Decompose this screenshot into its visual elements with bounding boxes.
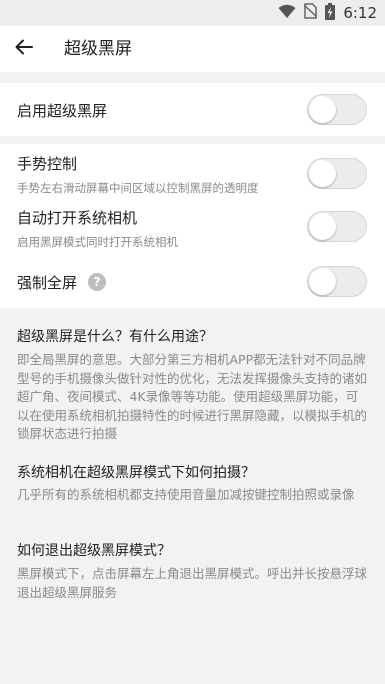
wifi-icon (278, 4, 296, 23)
setting-label-auto-camera: 自动打开系统相机 (17, 209, 138, 227)
setting-desc-auto-camera: 启用黑屏模式同时打开系统相机 (17, 235, 178, 249)
help-icon[interactable]: ? (88, 273, 106, 291)
faq-question: 系统相机在超级黑屏模式下如何拍摄？ (17, 465, 255, 481)
back-button[interactable] (10, 35, 38, 63)
setting-row-gesture[interactable]: 手势控制 手势左右滑动屏幕中间区域以控制黑屏的透明度 (0, 144, 385, 202)
setting-row-fullscreen[interactable]: 强制全屏 ? (0, 256, 385, 308)
toggle-knob (309, 213, 336, 240)
faq-answer: 即全局黑屏的意思。大部分第三方相机APP都无法针对不同品牌型号的手机摄像头做针对… (17, 352, 368, 441)
setting-label-enable: 启用超级黑屏 (17, 102, 108, 120)
enable-toggle[interactable] (307, 94, 367, 125)
status-bar: 6:12 (0, 0, 385, 26)
arrow-back-icon (14, 37, 34, 61)
toggle-knob (309, 268, 336, 295)
setting-label-fullscreen: 强制全屏 (17, 274, 78, 292)
app-bar: 超级黑屏 (0, 26, 385, 72)
no-sim-icon (303, 3, 318, 23)
setting-row-auto-camera[interactable]: 自动打开系统相机 启用黑屏模式同时打开系统相机 (0, 202, 385, 256)
toggle-knob (309, 96, 336, 123)
faq-answer: 黑屏模式下，点击屏幕左上角退出黑屏模式。呼出并长按悬浮球退出超级黑屏服务 (17, 566, 368, 600)
options-card: 手势控制 手势左右滑动屏幕中间区域以控制黑屏的透明度 自动打开系统相机 启用黑屏… (0, 144, 385, 308)
fullscreen-toggle[interactable] (307, 266, 367, 297)
faq-answer: 几乎所有的系统相机都支持使用音量加减按键控制拍照或录像 (17, 487, 355, 502)
faq-question: 超级黑屏是什么？有什么用途？ (17, 329, 213, 345)
page-title: 超级黑屏 (64, 39, 132, 59)
gesture-toggle[interactable] (307, 158, 367, 189)
setting-row-enable[interactable]: 启用超级黑屏 (0, 83, 385, 136)
enable-card: 启用超级黑屏 (0, 83, 385, 136)
setting-desc-gesture: 手势左右滑动屏幕中间区域以控制黑屏的透明度 (17, 181, 259, 195)
faq-question: 如何退出超级黑屏模式？ (17, 543, 171, 559)
battery-charging-icon (325, 2, 336, 24)
auto-camera-toggle[interactable] (307, 211, 367, 242)
toggle-knob (309, 160, 336, 187)
setting-label-gesture: 手势控制 (17, 155, 78, 173)
status-time: 6:12 (343, 4, 377, 22)
